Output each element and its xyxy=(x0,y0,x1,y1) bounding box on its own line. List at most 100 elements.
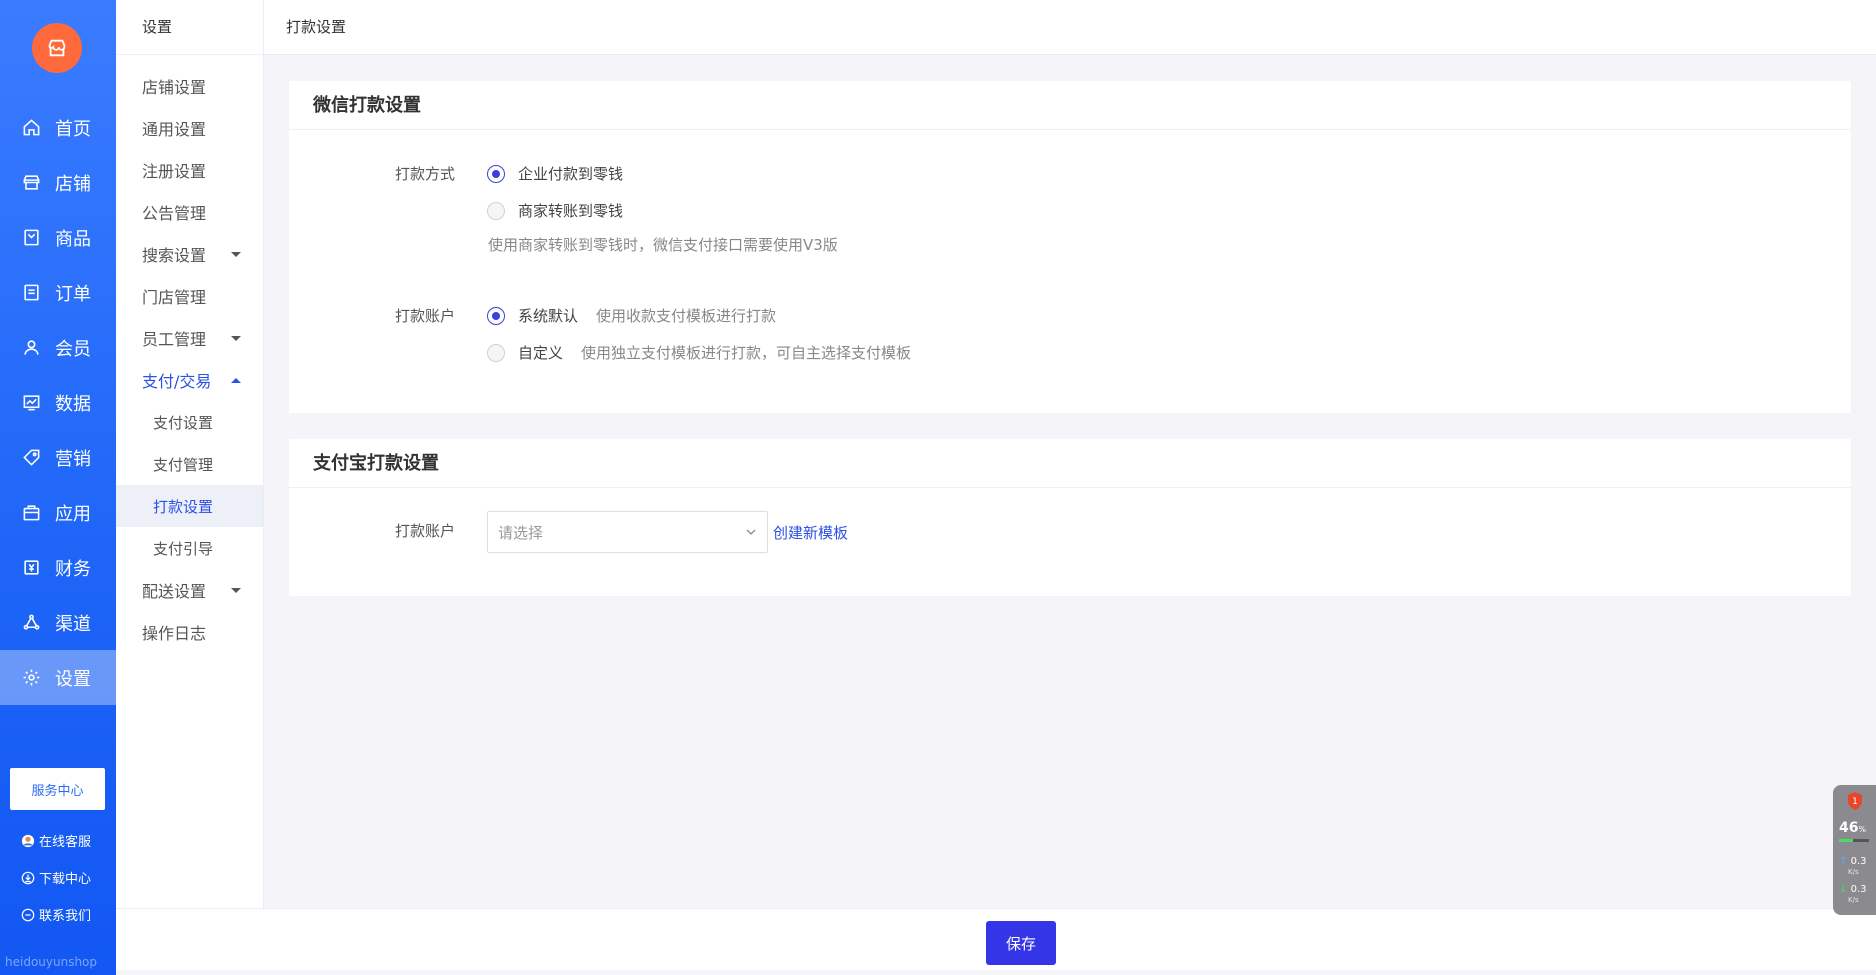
store-icon xyxy=(20,172,42,194)
network-monitor-widget[interactable]: 1 46% ↑ 0.3 K/s ↓ 0.3 K/s xyxy=(1833,785,1876,915)
percent-unit: % xyxy=(1858,825,1867,834)
upload-unit: K/s xyxy=(1848,868,1859,876)
select-placeholder: 请选择 xyxy=(498,523,544,542)
subnav-child-payment-guide[interactable]: 支付引导 xyxy=(116,527,263,569)
radio-checked[interactable] xyxy=(487,306,505,325)
finance-icon xyxy=(20,557,42,579)
account-option-default[interactable]: 系统默认 使用收款支付模板进行打款 xyxy=(487,305,776,326)
method-option-merchant[interactable]: 商家转账到零钱 xyxy=(487,200,623,221)
contact-us-link[interactable]: 联系我们 xyxy=(20,905,91,924)
store-logo-icon xyxy=(48,39,66,57)
subnav-item-general[interactable]: 通用设置 xyxy=(116,107,263,149)
radio-checked[interactable] xyxy=(487,164,505,183)
account-option-custom[interactable]: 自定义 使用独立支付模板进行打款，可自主选择支付模板 xyxy=(487,342,911,363)
service-center-button[interactable]: 服务中心 xyxy=(10,768,105,810)
nav-label: 应用 xyxy=(55,503,91,525)
subnav-label: 配送设置 xyxy=(142,582,207,601)
page-header: 打款设置 xyxy=(264,0,1876,55)
primary-nav: 首页 店铺 商品 订单 会员 数据 营销 应用 财务 渠道 设置 xyxy=(0,100,116,705)
subnav-item-payment[interactable]: 支付/交易 xyxy=(116,359,263,401)
method-option-enterprise[interactable]: 企业付款到零钱 xyxy=(487,163,623,184)
radio-unchecked[interactable] xyxy=(487,343,505,362)
subnav-child-label: 打款设置 xyxy=(153,497,214,516)
subnav-item-staff[interactable]: 员工管理 xyxy=(116,317,263,359)
nav-item-app[interactable]: 应用 xyxy=(0,485,116,540)
subnav-child-label: 支付管理 xyxy=(153,455,214,474)
download-icon xyxy=(20,870,35,885)
upload-arrow-icon: ↑ xyxy=(1839,856,1848,867)
nav-label: 设置 xyxy=(55,668,91,690)
marketing-icon xyxy=(20,447,42,469)
subnav-item-log[interactable]: 操作日志 xyxy=(116,611,263,653)
nav-label: 首页 xyxy=(55,118,91,140)
upload-value: 0.3 xyxy=(1850,856,1867,867)
nav-item-settings[interactable]: 设置 xyxy=(0,650,116,705)
subnav-label: 支付/交易 xyxy=(142,372,212,391)
caret-down-icon xyxy=(231,251,241,257)
nav-label: 商品 xyxy=(55,228,91,250)
nav-item-member[interactable]: 会员 xyxy=(0,320,116,375)
memory-percent: 46% xyxy=(1839,820,1866,836)
subnav-child-payment-management[interactable]: 支付管理 xyxy=(116,443,263,485)
upload-speed: ↑ 0.3 K/s xyxy=(1839,856,1866,878)
subnav-title: 设置 xyxy=(116,0,263,55)
subnav-label: 搜索设置 xyxy=(142,246,207,265)
alipay-card-title: 支付宝打款设置 xyxy=(289,439,1851,488)
wechat-payout-card: 微信打款设置 打款方式 企业付款到零钱 商家转账到零钱 使用商家转账到零钱时，微… xyxy=(289,81,1851,413)
nav-item-order[interactable]: 订单 xyxy=(0,265,116,320)
subnav-child-payment-settings[interactable]: 支付设置 xyxy=(116,401,263,443)
subnav-item-search[interactable]: 搜索设置 xyxy=(116,233,263,275)
create-template-link[interactable]: 创建新模板 xyxy=(773,522,848,543)
shield-icon: 1 xyxy=(1848,792,1862,810)
option-label: 系统默认 xyxy=(518,307,579,325)
method-label: 打款方式 xyxy=(394,165,455,183)
logo[interactable] xyxy=(32,23,82,73)
percent-value: 46 xyxy=(1839,820,1859,836)
radio-unchecked[interactable] xyxy=(487,201,505,220)
option-label: 自定义 xyxy=(518,344,564,362)
nav-label: 会员 xyxy=(55,338,91,360)
nav-item-home[interactable]: 首页 xyxy=(0,100,116,155)
nav-item-store[interactable]: 店铺 xyxy=(0,155,116,210)
online-service-link[interactable]: 在线客服 xyxy=(20,831,91,850)
subnav-item-stores[interactable]: 门店管理 xyxy=(116,275,263,317)
nav-item-finance[interactable]: 财务 xyxy=(0,540,116,595)
subnav-child-payout-settings[interactable]: 打款设置 xyxy=(116,485,263,527)
secondary-sidebar: 设置 店铺设置 通用设置 注册设置 公告管理 搜索设置 门店管理 员工管理 支付… xyxy=(116,0,264,908)
nav-item-goods[interactable]: 商品 xyxy=(0,210,116,265)
subnav-label: 操作日志 xyxy=(142,624,207,643)
chevron-down-icon xyxy=(746,529,756,535)
subnav-item-delivery[interactable]: 配送设置 xyxy=(116,569,263,611)
page-title: 打款设置 xyxy=(286,18,347,36)
account-label: 打款账户 xyxy=(394,307,455,325)
goods-icon xyxy=(20,227,42,249)
memory-bar-fill xyxy=(1839,839,1853,842)
save-button[interactable]: 保存 xyxy=(986,921,1056,965)
wechat-card-title: 微信打款设置 xyxy=(289,81,1851,130)
subnav-item-notice[interactable]: 公告管理 xyxy=(116,191,263,233)
nav-item-channel[interactable]: 渠道 xyxy=(0,595,116,650)
caret-down-icon xyxy=(231,335,241,341)
download-center-link[interactable]: 下载中心 xyxy=(20,868,91,887)
account-select[interactable]: 请选择 xyxy=(487,511,768,553)
subnav-label: 公告管理 xyxy=(142,204,207,223)
subnav-child-label: 支付设置 xyxy=(153,413,214,432)
settings-icon xyxy=(20,667,42,689)
option-label: 企业付款到零钱 xyxy=(518,165,624,183)
subnav-item-register[interactable]: 注册设置 xyxy=(116,149,263,191)
subnav-label: 注册设置 xyxy=(142,162,207,181)
channel-icon xyxy=(20,612,42,634)
subnav-list: 店铺设置 通用设置 注册设置 公告管理 搜索设置 门店管理 员工管理 支付/交易… xyxy=(116,55,263,653)
option-desc: 使用独立支付模板进行打款，可自主选择支付模板 xyxy=(581,344,912,362)
home-icon xyxy=(20,117,42,139)
order-icon xyxy=(20,282,42,304)
nav-item-data[interactable]: 数据 xyxy=(0,375,116,430)
option-label: 商家转账到零钱 xyxy=(518,202,624,220)
caret-up-icon xyxy=(231,377,241,383)
method-hint: 使用商家转账到零钱时，微信支付接口需要使用V3版 xyxy=(488,236,838,254)
subnav-label: 门店管理 xyxy=(142,288,207,307)
nav-item-marketing[interactable]: 营销 xyxy=(0,430,116,485)
subnav-item-shop[interactable]: 店铺设置 xyxy=(116,65,263,107)
download-center-label: 下载中心 xyxy=(39,872,92,887)
brand-watermark: heidouyunshop xyxy=(5,955,98,969)
